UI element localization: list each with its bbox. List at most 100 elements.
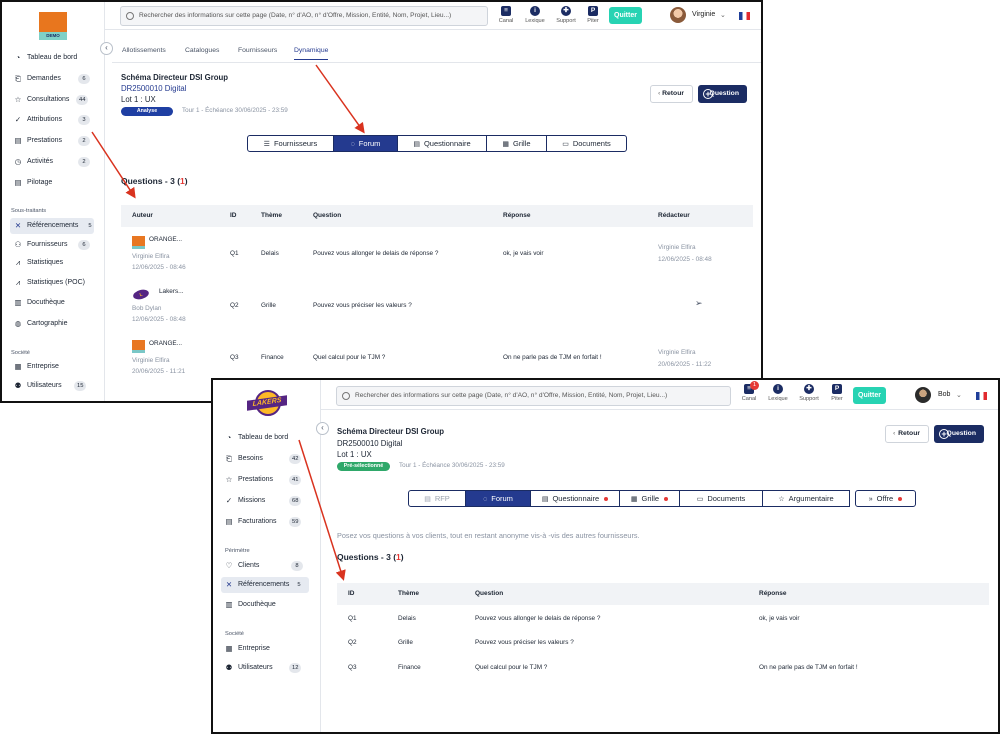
tab-dynamique[interactable]: Dynamique bbox=[294, 47, 329, 60]
sidebar-item-demandes[interactable]: ⎗ Demandes 6 bbox=[10, 71, 94, 87]
back-button[interactable]: ‹ Retour bbox=[885, 425, 929, 443]
row-id[interactable]: Q1 bbox=[230, 250, 239, 257]
sidebar-item-fournisseurs[interactable]: ⚇ Fournisseurs 6 bbox=[10, 237, 94, 253]
top-bar: Rechercher des informations sur cette pa… bbox=[213, 380, 998, 410]
add-question-button[interactable]: + Question bbox=[934, 425, 984, 443]
sidebar-item-facturations[interactable]: ▤ Facturations 59 bbox=[221, 514, 309, 530]
tab-documents[interactable]: ▭ Documents bbox=[679, 490, 763, 507]
tab-grille[interactable]: ▦ Grille bbox=[619, 490, 680, 507]
chevron-left-icon: ‹ bbox=[658, 90, 661, 97]
lexique-button[interactable]: i Lexique bbox=[766, 384, 790, 402]
sidebar-item-besoins[interactable]: ⎗ Besoins 42 bbox=[221, 451, 309, 467]
row-question: Pouvez vous allonger le delais de répons… bbox=[313, 250, 439, 257]
sidebar-item-statistiques-poc[interactable]: ⩘ Statistiques (POC) bbox=[10, 275, 94, 291]
support-button[interactable]: ✚ Support bbox=[797, 384, 821, 402]
quit-button[interactable]: Quitter bbox=[853, 387, 886, 404]
section-perimetre: Périmètre bbox=[225, 548, 250, 554]
row-id[interactable]: Q1 bbox=[348, 615, 357, 622]
tab-offre[interactable]: » Offre bbox=[855, 490, 916, 507]
french-flag-icon[interactable] bbox=[976, 392, 987, 400]
tab-fournisseurs-seg[interactable]: ☰ Fournisseurs bbox=[247, 135, 334, 152]
avatar[interactable] bbox=[915, 387, 931, 403]
sidebar-item-consultations[interactable]: ☆ Consultations 44 bbox=[10, 92, 94, 108]
sidebar-item-docutheque[interactable]: ▥ Docuthèque bbox=[10, 295, 94, 311]
building-icon: ▦ bbox=[14, 362, 22, 371]
star-icon: ☆ bbox=[225, 475, 233, 484]
collapse-sidebar-icon[interactable]: ‹ bbox=[316, 422, 329, 435]
deadline-text: Tour 1 - Échéance 30/06/2025 - 23:59 bbox=[399, 462, 505, 469]
french-flag-icon[interactable] bbox=[739, 12, 750, 20]
search-input[interactable]: Rechercher des informations sur cette pa… bbox=[336, 386, 731, 406]
sidebar-item-clients[interactable]: ♡ Clients 8 bbox=[221, 558, 309, 574]
sidebar-item-entreprise[interactable]: ▦ Entreprise bbox=[10, 359, 94, 375]
network-icon: ✕ bbox=[14, 221, 22, 230]
tab-questionnaire[interactable]: ▤ Questionnaire bbox=[530, 490, 620, 507]
sidebar-item-referencements[interactable]: ✕ Référencements 5 bbox=[10, 218, 94, 234]
request-code[interactable]: DR2500010 Digital bbox=[121, 84, 186, 93]
send-answer-icon[interactable]: ➢ bbox=[695, 298, 703, 309]
support-button[interactable]: ✚ Support bbox=[554, 6, 578, 24]
sidebar-item-pilotage[interactable]: ▤ Pilotage bbox=[10, 175, 94, 191]
row-theme: Finance bbox=[398, 664, 421, 671]
row-id[interactable]: Q2 bbox=[230, 302, 239, 309]
piter-button[interactable]: P Piter bbox=[825, 384, 849, 402]
tabs-divider bbox=[112, 62, 761, 63]
tab-catalogues[interactable]: Catalogues bbox=[185, 47, 219, 54]
row-id[interactable]: Q3 bbox=[230, 354, 239, 361]
chat-icon: ≡ bbox=[501, 6, 511, 16]
sidebar-item-cartographie[interactable]: ◍ Cartographie bbox=[10, 316, 94, 332]
info-icon: i bbox=[773, 384, 783, 394]
sidebar-item-entreprise[interactable]: ▦ Entreprise bbox=[221, 641, 309, 657]
col-auteur: Auteur bbox=[132, 212, 153, 219]
quit-button[interactable]: Quitter bbox=[609, 7, 642, 24]
sidebar-item-prestations[interactable]: ☆ Prestations 41 bbox=[221, 472, 309, 488]
info-icon: i bbox=[530, 6, 540, 16]
canal-button[interactable]: ≡ Canal bbox=[494, 6, 518, 24]
tab-argumentaire[interactable]: ☆ Argumentaire bbox=[762, 490, 850, 507]
row-question: Pouvez vous préciser les valeurs ? bbox=[475, 639, 574, 646]
tab-rfp[interactable]: ▤ RFP bbox=[408, 490, 466, 507]
row-answer: ok, je vais voir bbox=[503, 250, 544, 257]
chevron-down-icon[interactable]: ⌄ bbox=[956, 391, 962, 399]
section-societe: Société bbox=[11, 350, 30, 356]
row-company: ORANGE... bbox=[149, 340, 183, 347]
sidebar-item-statistiques[interactable]: ⩘ Statistiques bbox=[10, 255, 94, 271]
sidebar-item-referencements[interactable]: ✕ Référencements 5 bbox=[221, 577, 309, 593]
sidebar-item-activites[interactable]: ◷ Activités 2 bbox=[10, 154, 94, 170]
sidebar-item-utilisateurs[interactable]: ⚉ Utilisateurs 12 bbox=[221, 660, 309, 676]
sidebar-item-attributions[interactable]: ✓ Attributions 3 bbox=[10, 112, 94, 128]
row-date: 12/06/2025 - 08:46 bbox=[132, 264, 186, 271]
row-id[interactable]: Q2 bbox=[348, 639, 357, 646]
user-name[interactable]: Bob bbox=[938, 391, 950, 398]
tab-grille[interactable]: ▦ Grille bbox=[486, 135, 547, 152]
demand-icon: ⎗ bbox=[226, 454, 232, 463]
collapse-sidebar-icon[interactable]: ‹ bbox=[100, 42, 113, 55]
tab-documents[interactable]: ▭ Documents bbox=[546, 135, 627, 152]
col-redacteur: Rédacteur bbox=[658, 212, 690, 219]
sidebar-item-prestations[interactable]: ▤ Prestations 2 bbox=[10, 133, 94, 149]
tab-forum[interactable]: ◌ Forum bbox=[465, 490, 531, 507]
back-button[interactable]: ‹ Retour bbox=[650, 85, 693, 103]
sidebar-item-utilisateurs[interactable]: ⚉ Utilisateurs 15 bbox=[10, 378, 94, 394]
row-theme: Delais bbox=[261, 250, 279, 257]
sidebar-item-missions[interactable]: ✓ Missions 68 bbox=[221, 493, 309, 509]
sidebar-item-docutheque[interactable]: ▥ Docuthèque bbox=[221, 597, 309, 613]
chevron-left-icon: ‹ bbox=[893, 430, 896, 437]
piter-button[interactable]: P Piter bbox=[581, 6, 605, 24]
user-name[interactable]: Virginie bbox=[692, 11, 715, 18]
tab-fournisseurs[interactable]: Fournisseurs bbox=[238, 47, 277, 54]
col-question: Question bbox=[475, 590, 504, 597]
sidebar-item-tableau-de-bord[interactable]: ◔ Tableau de bord bbox=[221, 430, 309, 446]
lakers-logo-icon: L bbox=[132, 288, 150, 301]
sidebar-item-tableau-de-bord[interactable]: ◔ Tableau de bord bbox=[10, 50, 94, 66]
tab-questionnaire[interactable]: ▤ Questionnaire bbox=[397, 135, 487, 152]
row-id[interactable]: Q3 bbox=[348, 664, 357, 671]
search-input[interactable]: Rechercher des informations sur cette pa… bbox=[120, 6, 488, 26]
search-icon bbox=[342, 392, 350, 400]
tab-allotissements[interactable]: Allotissements bbox=[122, 47, 166, 54]
avatar[interactable] bbox=[670, 7, 686, 23]
tab-forum[interactable]: ◌ Forum bbox=[333, 135, 398, 152]
lexique-button[interactable]: i Lexique bbox=[523, 6, 547, 24]
add-question-button[interactable]: + Question bbox=[698, 85, 747, 103]
chevron-down-icon[interactable]: ⌄ bbox=[720, 11, 726, 19]
